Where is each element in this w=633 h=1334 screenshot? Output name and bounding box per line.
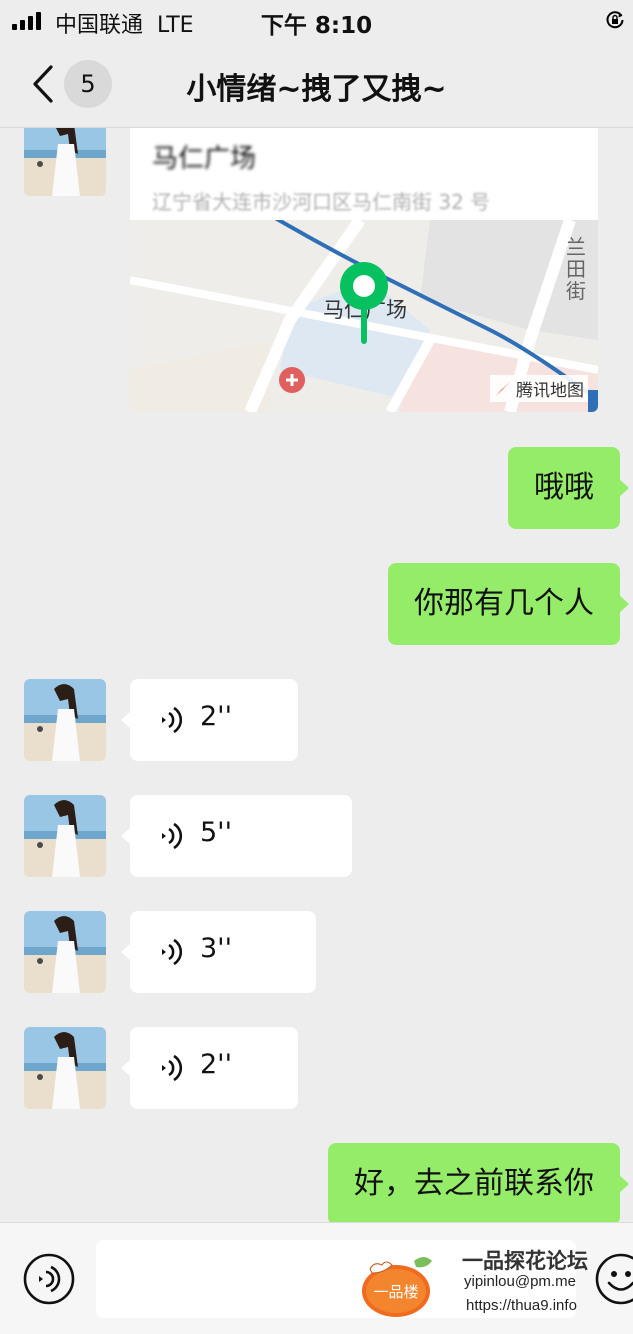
voice-waves-icon [162, 822, 183, 850]
map-road-label: 兰田街 [566, 235, 586, 303]
chat-title: 小情绪~拽了又拽~ [186, 72, 447, 107]
voice-waves-icon [162, 938, 183, 966]
voice-input-toggle-icon[interactable] [22, 1252, 76, 1306]
location-message-card[interactable]: 马仁广场 辽宁省大连市沙河口区马仁南街 32 号 马仁广场 兰田街 [130, 128, 598, 412]
chat-header: 5 小情绪~拽了又拽~ [0, 42, 633, 128]
voice-message[interactable]: 3'' [121, 911, 316, 993]
contact-avatar[interactable] [24, 911, 106, 993]
voice-duration: 2'' [200, 701, 233, 732]
voice-message[interactable]: 2'' [121, 679, 298, 761]
voice-waves-icon [162, 1054, 183, 1082]
watermark-forum-name: 一品探花论坛 [462, 1249, 588, 1273]
contact-avatar[interactable] [24, 795, 106, 877]
contact-avatar[interactable] [24, 679, 106, 761]
watermark-email: yipinlou@pm.me [464, 1273, 576, 1290]
map-pin-icon [340, 262, 388, 344]
location-name: 马仁广场 [152, 144, 257, 174]
watermark-url: https://thua9.info [466, 1297, 577, 1314]
message-list[interactable]: 马仁广场 辽宁省大连市沙河口区马仁南街 32 号 马仁广场 兰田街 [0, 128, 633, 1222]
emoji-icon[interactable] [594, 1252, 633, 1306]
outgoing-message[interactable]: 你那有几个人 [388, 563, 629, 645]
forum-watermark-logo: 一品楼 [362, 1257, 432, 1317]
voice-message[interactable]: 5'' [121, 795, 352, 877]
outgoing-message[interactable]: 好，去之前联系你 [328, 1143, 629, 1222]
contact-avatar[interactable] [24, 128, 106, 196]
voice-waves-icon [162, 706, 183, 734]
voice-duration: 2'' [200, 1049, 233, 1080]
rotation-lock-icon [606, 11, 624, 29]
location-map[interactable]: 马仁广场 兰田街 腾讯地图 [130, 213, 598, 412]
outgoing-message[interactable]: 哦哦 [508, 447, 629, 529]
message-input-bar: 一品楼 一品探花论坛 yipinlou@pm.me https://thua9.… [0, 1222, 633, 1334]
contact-avatar[interactable] [24, 1027, 106, 1109]
voice-duration: 3'' [200, 933, 233, 964]
compass-icon [496, 381, 510, 396]
status-time: 下午 8:10 [260, 13, 373, 39]
voice-message[interactable]: 2'' [121, 1027, 298, 1109]
voice-duration: 5'' [200, 817, 233, 848]
map-provider-logo: 腾讯地图 [490, 375, 588, 402]
location-address: 辽宁省大连市沙河口区马仁南街 32 号 [152, 190, 491, 214]
svg-text:一品楼: 一品楼 [373, 1283, 418, 1301]
status-bar: 中国联通 LTE 下午 8:10 [0, 0, 633, 42]
